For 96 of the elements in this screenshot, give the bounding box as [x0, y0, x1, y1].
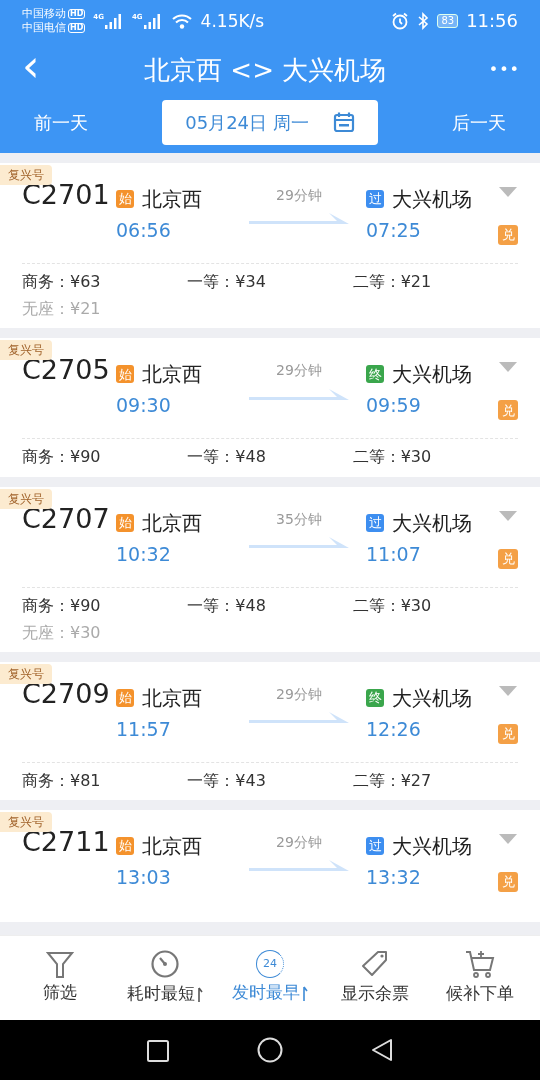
seat-price: 商务：¥90	[22, 595, 101, 615]
departure-time: 11:57	[116, 717, 172, 741]
circle-icon	[257, 1037, 283, 1063]
train-card[interactable]: 复兴号 C2701 始 北京西 06:56 29分钟 过 大兴机场 07:25 兑 商务：¥63 一等：¥34 二等：¥21 无座：¥21	[0, 163, 540, 329]
station-badge: 始	[116, 365, 134, 384]
cart-icon	[464, 949, 495, 980]
dropdown-icon	[499, 362, 517, 373]
departure-time: 09:30	[116, 394, 172, 418]
arrival-time: 12:26	[366, 717, 422, 741]
train-card[interactable]: 复兴号 C2709 始 北京西 11:57 29分钟 终 大兴机场 12:26 兑 商务：¥81 一等：¥43 二等：¥27	[0, 661, 540, 801]
arrow-icon	[249, 388, 349, 403]
redeem-badge: 兑	[498, 872, 518, 893]
bluetooth-icon	[417, 12, 430, 30]
duration: 35分钟	[276, 510, 322, 528]
battery-level: 83	[437, 14, 459, 28]
arrival-time: 09:59	[366, 394, 422, 418]
station-badge: 过	[366, 190, 384, 208]
stopwatch-icon	[150, 949, 181, 980]
seat-price: 一等：¥34	[187, 272, 266, 291]
clock: 11:56	[466, 9, 518, 33]
departure-time: 13:03	[116, 866, 172, 889]
station-badge: 终	[366, 688, 384, 707]
arrow-icon	[249, 536, 349, 551]
seat-price: 一等：¥48	[187, 447, 266, 467]
station-name: 大兴机场	[392, 510, 472, 535]
bottom-tab[interactable]: 耗时最短	[112, 949, 218, 1007]
station-name: 北京西	[142, 834, 202, 859]
signal-icon	[142, 13, 163, 29]
seat-price: 二等：¥21	[352, 272, 432, 291]
station-badge: 过	[366, 513, 384, 532]
carrier-name: 中国电信	[22, 21, 66, 36]
seat-price: 二等：¥27	[352, 770, 432, 790]
duration: 29分钟	[276, 685, 322, 703]
bottom-tab[interactable]: 显示余票	[322, 949, 428, 1007]
station-badge: 始	[116, 837, 134, 856]
date-picker[interactable]: 05月24日 周一	[162, 99, 378, 145]
triangle-icon	[371, 1038, 393, 1063]
station-name: 北京西	[142, 685, 202, 710]
dropdown-icon	[499, 685, 517, 696]
departure-time: 10:32	[116, 542, 172, 566]
station-name: 大兴机场	[392, 187, 472, 211]
seat-price: 一等：¥48	[187, 595, 266, 615]
page-title: 北京西 <> 大兴机场	[143, 53, 388, 87]
bottom-tab[interactable]: 24 发时最早	[217, 950, 323, 1006]
recent-apps-button[interactable]	[147, 1038, 169, 1062]
seat-price: 无座：¥30	[22, 622, 101, 642]
dropdown-icon	[499, 187, 517, 197]
train-card[interactable]: 复兴号 C2711 始 北京西 13:03 29分钟 过 大兴机场 13:32 兑	[0, 810, 540, 923]
seat-price: 商务：¥63	[22, 272, 101, 291]
arrival-time: 11:07	[366, 542, 422, 566]
calendar-icon	[332, 111, 355, 133]
dropdown-icon	[499, 834, 517, 845]
dropdown-icon	[499, 510, 517, 521]
train-type-tag: 复兴号	[0, 488, 52, 509]
train-type-tag: 复兴号	[0, 165, 52, 185]
seat-price: 二等：¥30	[352, 595, 432, 615]
home-button[interactable]	[257, 1037, 283, 1063]
station-name: 北京西	[142, 510, 202, 535]
square-icon	[147, 1039, 169, 1062]
station-name: 北京西	[142, 362, 202, 387]
seat-price: 商务：¥81	[22, 770, 101, 790]
duration: 29分钟	[276, 362, 322, 380]
arrival-time: 07:25	[366, 219, 422, 242]
redeem-badge: 兑	[498, 723, 518, 744]
redeem-badge: 兑	[498, 400, 518, 421]
station-name: 大兴机场	[392, 362, 472, 387]
redeem-badge: 兑	[498, 548, 518, 569]
seat-price: 无座：¥21	[22, 299, 101, 319]
seat-price: 商务：¥90	[22, 447, 101, 467]
station-badge: 过	[366, 837, 384, 856]
bottom-tab[interactable]: 候补下单	[427, 949, 532, 1007]
station-badge: 始	[116, 190, 134, 208]
train-card[interactable]: 复兴号 C2707 始 北京西 10:32 35分钟 过 大兴机场 11:07 兑 商务：¥90 一等：¥48 二等：¥30 无座：¥30	[0, 486, 540, 652]
station-name: 北京西	[142, 187, 202, 211]
station-badge: 始	[116, 513, 134, 532]
duration: 29分钟	[276, 834, 322, 851]
station-badge: 终	[366, 365, 384, 384]
station-badge: 始	[116, 688, 134, 707]
station-name: 大兴机场	[392, 685, 472, 710]
seat-price: 一等：¥43	[187, 770, 266, 790]
filter-icon	[46, 950, 75, 979]
seat-price: 二等：¥30	[352, 447, 432, 467]
wifi-icon	[170, 13, 193, 29]
alarm-icon	[391, 12, 410, 30]
back-nav-button[interactable]	[371, 1037, 393, 1063]
station-name: 大兴机场	[392, 834, 472, 859]
departure-time: 06:56	[116, 219, 172, 242]
bottom-tab[interactable]: 筛选	[8, 950, 113, 1006]
carrier-name: 中国移动	[22, 6, 66, 21]
arrival-time: 13:32	[366, 866, 422, 889]
network-speed: 4.15K/s	[200, 9, 265, 33]
train-type-tag: 复兴号	[0, 663, 52, 684]
train-card[interactable]: 复兴号 C2705 始 北京西 09:30 29分钟 终 大兴机场 09:59 兑 商务：¥90 一等：¥48 二等：¥30	[0, 338, 540, 477]
duration: 29分钟	[276, 187, 322, 204]
signal-icon	[103, 13, 124, 29]
redeem-badge: 兑	[498, 225, 518, 245]
